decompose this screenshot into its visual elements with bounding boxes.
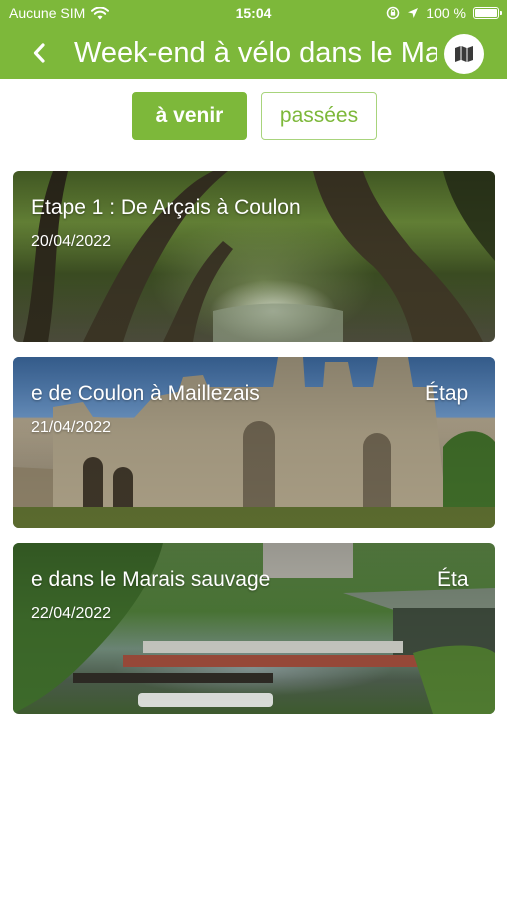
tab-past[interactable]: passées (261, 92, 377, 140)
tab-upcoming[interactable]: à venir (132, 92, 247, 140)
location-arrow-icon (408, 8, 419, 18)
nav-bar: Week-end à vélo dans le Marais poitevin (0, 28, 507, 79)
orientation-lock-icon (387, 6, 400, 20)
stage-date: 21/04/2022 (31, 419, 112, 436)
stage-card[interactable]: Etape 1 : De Arçais à Coulon 20/04/2022 (13, 171, 495, 342)
status-bar: Aucune SIM 15:04 100 % (0, 0, 507, 28)
page-title: Week-end à vélo dans le Marais poitevin (74, 37, 437, 69)
stage-title-marquee-next: Étap (425, 382, 469, 405)
stage-title: e de Coulon à Maillezais (31, 382, 260, 405)
page-title-container: Week-end à vélo dans le Marais poitevin (64, 28, 437, 79)
stage-date: 20/04/2022 (31, 233, 112, 250)
back-button[interactable] (24, 35, 54, 71)
map-icon (455, 46, 473, 62)
stage-title: e dans le Marais sauvage (31, 568, 271, 591)
stage-title-container: Etape 1 : De Arçais à Coulon (31, 171, 477, 231)
battery-icon (473, 7, 502, 19)
chevron-left-icon (33, 43, 45, 63)
map-button[interactable] (444, 34, 484, 74)
stage-title-container: e dans le Marais sauvage Éta (31, 543, 477, 603)
stage-card[interactable]: e dans le Marais sauvage Éta 22/04/2022 (13, 543, 495, 714)
stage-title-marquee-next: Éta (437, 568, 469, 591)
stage-card[interactable]: e de Coulon à Maillezais Étap 21/04/2022 (13, 357, 495, 528)
stage-title: Etape 1 : De Arçais à Coulon (31, 196, 301, 219)
status-right: 100 % (386, 5, 502, 21)
stage-date: 22/04/2022 (31, 605, 112, 622)
stage-title-container: e de Coulon à Maillezais Étap (31, 357, 477, 417)
battery-percent: 100 % (426, 5, 466, 21)
